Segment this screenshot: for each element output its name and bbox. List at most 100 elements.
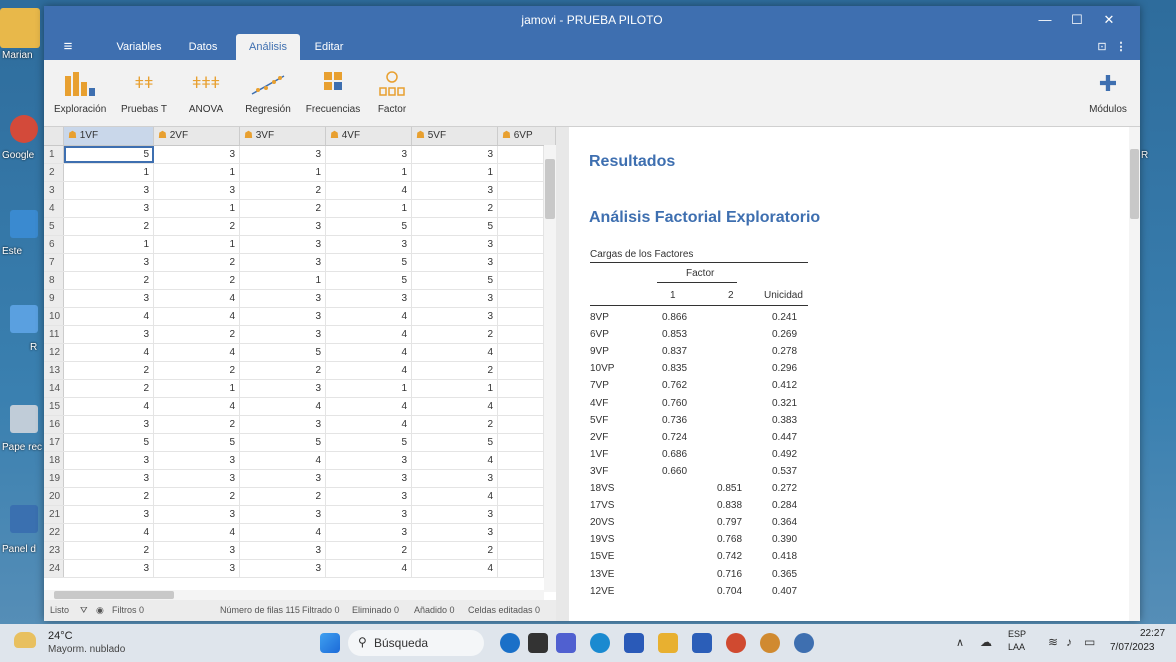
data-cell[interactable]: 2: [64, 272, 154, 289]
column-header[interactable]: ☗ 6VP: [498, 127, 556, 145]
data-cell[interactable]: 2: [64, 362, 154, 379]
data-cell[interactable]: 3: [64, 182, 154, 199]
row-number[interactable]: 18: [44, 452, 64, 469]
data-cell[interactable]: 5: [412, 272, 498, 289]
data-cell[interactable]: 1: [154, 236, 240, 253]
data-cell[interactable]: [498, 542, 544, 559]
file-explorer-icon[interactable]: [658, 633, 678, 653]
row-number[interactable]: 19: [44, 470, 64, 487]
data-cell[interactable]: 3: [240, 218, 326, 235]
edge-icon[interactable]: [590, 633, 610, 653]
row-number[interactable]: 1: [44, 146, 64, 163]
results-scrollbar[interactable]: [1129, 127, 1140, 621]
row-number[interactable]: 10: [44, 308, 64, 325]
clock-time[interactable]: 22:27: [1140, 628, 1165, 639]
data-cell[interactable]: [498, 164, 544, 181]
row-number[interactable]: 12: [44, 344, 64, 361]
store-icon[interactable]: [624, 633, 644, 653]
data-cell[interactable]: 4: [154, 308, 240, 325]
row-number[interactable]: 16: [44, 416, 64, 433]
row-number[interactable]: 4: [44, 200, 64, 217]
data-cell[interactable]: 4: [154, 398, 240, 415]
data-cell[interactable]: 3: [240, 290, 326, 307]
data-cell[interactable]: 3: [412, 308, 498, 325]
minimize-button[interactable]: —: [1032, 10, 1058, 30]
data-cell[interactable]: 5: [326, 218, 412, 235]
data-cell[interactable]: 4: [412, 344, 498, 361]
data-cell[interactable]: 4: [326, 560, 412, 577]
data-cell[interactable]: 4: [412, 452, 498, 469]
data-cell[interactable]: 3: [240, 470, 326, 487]
chrome-icon[interactable]: [10, 115, 38, 143]
data-cell[interactable]: [498, 488, 544, 505]
row-number[interactable]: 23: [44, 542, 64, 559]
data-cell[interactable]: 5: [326, 254, 412, 271]
data-cell[interactable]: 4: [240, 524, 326, 541]
maximize-button[interactable]: ☐: [1064, 10, 1090, 30]
data-cell[interactable]: 3: [412, 182, 498, 199]
row-number[interactable]: 11: [44, 326, 64, 343]
data-cell[interactable]: 4: [154, 290, 240, 307]
row-number[interactable]: 13: [44, 362, 64, 379]
data-cell[interactable]: 4: [64, 524, 154, 541]
data-cell[interactable]: 1: [154, 380, 240, 397]
chevron-up-icon[interactable]: ∧: [956, 636, 964, 649]
data-cell[interactable]: 3: [64, 200, 154, 217]
data-cell[interactable]: 5: [240, 434, 326, 451]
data-cell[interactable]: 3: [64, 326, 154, 343]
row-number[interactable]: 5: [44, 218, 64, 235]
data-cell[interactable]: 2: [412, 542, 498, 559]
row-number[interactable]: 8: [44, 272, 64, 289]
data-cell[interactable]: 3: [64, 560, 154, 577]
data-cell[interactable]: [498, 452, 544, 469]
data-cell[interactable]: 4: [326, 326, 412, 343]
data-cell[interactable]: 1: [326, 380, 412, 397]
data-cell[interactable]: 4: [240, 452, 326, 469]
tab-variables[interactable]: Variables: [102, 34, 176, 60]
data-cell[interactable]: [498, 272, 544, 289]
data-cell[interactable]: 3: [240, 542, 326, 559]
data-cell[interactable]: 2: [412, 416, 498, 433]
data-cell[interactable]: 2: [240, 200, 326, 217]
data-cell[interactable]: 3: [154, 182, 240, 199]
factor-button[interactable]: Factor: [372, 70, 412, 115]
data-cell[interactable]: [498, 308, 544, 325]
data-cell[interactable]: 4: [412, 560, 498, 577]
data-cell[interactable]: 5: [154, 434, 240, 451]
data-cell[interactable]: 4: [326, 182, 412, 199]
data-cell[interactable]: 5: [412, 434, 498, 451]
data-cell[interactable]: 2: [240, 182, 326, 199]
jamovi-taskbar-icon[interactable]: [794, 633, 814, 653]
data-cell[interactable]: [498, 524, 544, 541]
data-cell[interactable]: [498, 470, 544, 487]
data-cell[interactable]: 3: [326, 236, 412, 253]
data-cell[interactable]: [498, 146, 544, 163]
data-cell[interactable]: 4: [64, 308, 154, 325]
data-cell[interactable]: 2: [412, 326, 498, 343]
data-cell[interactable]: 2: [154, 272, 240, 289]
data-cell[interactable]: 2: [154, 326, 240, 343]
data-cell[interactable]: 1: [240, 164, 326, 181]
data-cell[interactable]: [498, 416, 544, 433]
data-cell[interactable]: 3: [326, 506, 412, 523]
data-cell[interactable]: 4: [412, 488, 498, 505]
data-cell[interactable]: 3: [240, 308, 326, 325]
row-number[interactable]: 22: [44, 524, 64, 541]
row-number[interactable]: 24: [44, 560, 64, 577]
data-cell[interactable]: [498, 380, 544, 397]
clock-date[interactable]: 7/07/2023: [1110, 642, 1155, 653]
data-cell[interactable]: 2: [154, 416, 240, 433]
data-cell[interactable]: 5: [64, 146, 154, 163]
regresion-button[interactable]: Regresión: [240, 70, 296, 115]
data-cell[interactable]: 1: [412, 380, 498, 397]
data-cell[interactable]: 3: [326, 452, 412, 469]
row-number[interactable]: 9: [44, 290, 64, 307]
data-cell[interactable]: 1: [154, 200, 240, 217]
data-cell[interactable]: 3: [412, 524, 498, 541]
data-cell[interactable]: 3: [240, 506, 326, 523]
data-cell[interactable]: 4: [326, 416, 412, 433]
chrome-taskbar-icon[interactable]: [726, 633, 746, 653]
r-icon[interactable]: [10, 305, 38, 333]
data-cell[interactable]: 3: [240, 326, 326, 343]
data-cell[interactable]: 3: [240, 380, 326, 397]
